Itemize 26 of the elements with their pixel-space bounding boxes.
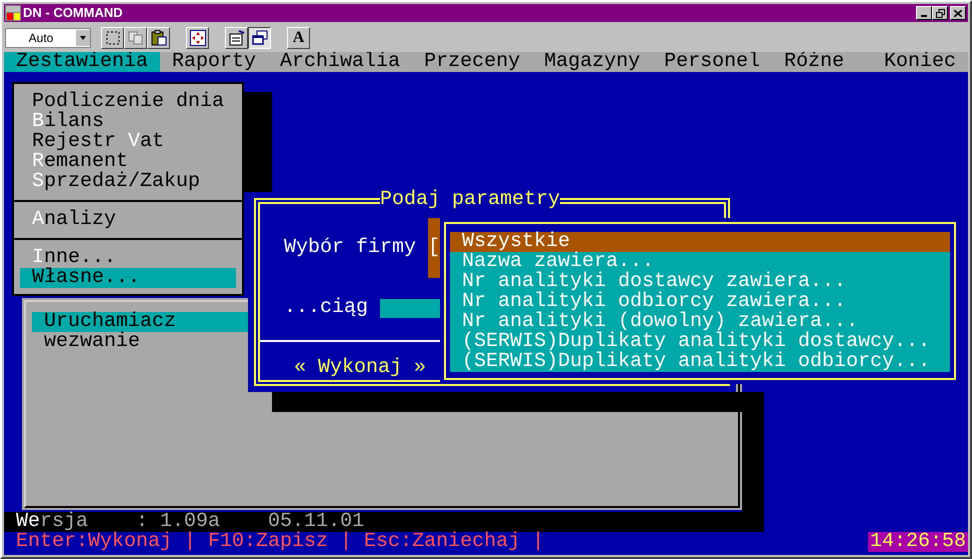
key-hints: Enter:Wykonaj | F10:Zapisz | Esc:Zaniechaj | [15, 532, 544, 552]
menu-item[interactable]: Sprzedaż/Zakup [20, 172, 236, 192]
submenu-item[interactable]: Uruchamiacz [32, 312, 248, 332]
menu-item[interactable]: Rejestr Vat [20, 132, 236, 152]
font-size-value: Auto [28, 30, 54, 47]
menu-item[interactable]: Podliczenie dnia [20, 92, 236, 112]
menu-item[interactable]: Raporty [160, 52, 268, 72]
bracket-mark: [ [428, 238, 440, 258]
menu-item[interactable]: Remanent [20, 152, 236, 172]
menu-item[interactable]: Analizy [20, 210, 236, 230]
execute-button[interactable]: « Wykonaj » [294, 358, 426, 378]
dialog-title: Podaj parametry [380, 190, 560, 210]
field-label: Wybór firmy [284, 238, 416, 258]
menu-item[interactable]: Przeceny [412, 52, 532, 72]
submenu-item[interactable]: wezwanie [32, 332, 248, 352]
clock: 14:26:58 [868, 532, 968, 552]
list-option[interactable]: Wszystkie [450, 232, 950, 252]
menu-item[interactable]: Własne... [20, 268, 236, 288]
window-title: DN - COMMAND [23, 4, 123, 22]
field-label: ...ciąg [284, 298, 368, 318]
menu-item[interactable]: Inne... [20, 248, 236, 268]
font-size-select[interactable]: Auto [5, 28, 91, 48]
menu-item[interactable]: Magazyny [532, 52, 652, 72]
version-text: Wersja : 1.09a 05.11.01 [16, 510, 364, 533]
font-button[interactable]: A [287, 27, 310, 49]
menu-item[interactable]: Bilans [20, 112, 236, 132]
